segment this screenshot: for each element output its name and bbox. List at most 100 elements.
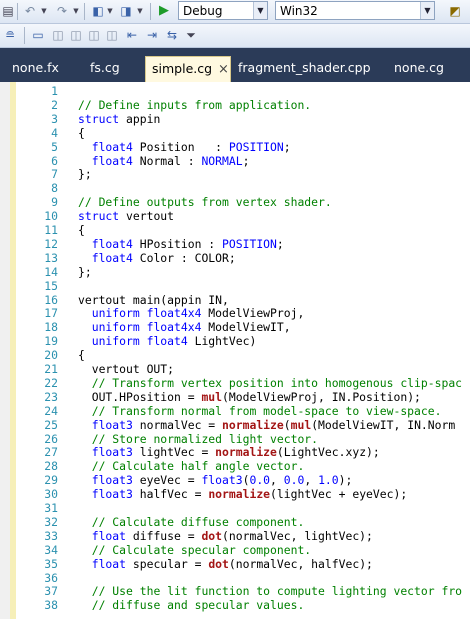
toolbar-overflow-icon[interactable]: ⏷	[184, 27, 198, 43]
navigate-dropdown-icon[interactable]: ▼	[106, 3, 114, 19]
code-line[interactable]: 28 // Calculate half angle vector.	[0, 459, 470, 473]
code-line[interactable]: 9 // Define outputs from vertex shader.	[0, 195, 470, 209]
solution-configuration-combo[interactable]: Debug ▼	[178, 1, 268, 20]
code-line[interactable]: 26 // Store normalized light vector.	[0, 432, 470, 446]
tab-none-fx[interactable]: none.fx	[12, 56, 59, 82]
code-line[interactable]: 34 // Calculate specular component.	[0, 543, 470, 557]
code-line[interactable]: 27 float3 lightVec = normalize(LightVec.…	[0, 445, 470, 459]
code-line[interactable]: 14};	[0, 265, 470, 279]
code-line[interactable]: 36	[0, 571, 470, 585]
code-line[interactable]: 23 OUT.HPosition = mul(ModelViewProj, IN…	[0, 390, 470, 404]
code-line[interactable]: 10 struct vertout	[0, 209, 470, 223]
code-line[interactable]: 11 {	[0, 223, 470, 237]
code-line[interactable]: 32 // Calculate diffuse component.	[0, 515, 470, 529]
code-line[interactable]: 13 float4 Color : COLOR;	[0, 251, 470, 265]
bookmark-icon[interactable]: ◫	[50, 27, 66, 43]
navigate-forward-icon[interactable]: ◨	[118, 3, 134, 19]
line-number: 32	[44, 514, 58, 529]
comment-box-icon[interactable]: ▭	[30, 27, 46, 43]
display-object-member-list-icon[interactable]: ≘	[2, 27, 18, 43]
code-editor[interactable]: 1 2 // Define inputs from application. 3 str…	[0, 82, 470, 619]
code-line[interactable]: 35 float specular = dot(normalVec, halfV…	[0, 557, 470, 571]
tab-fragment-shader-cpp[interactable]: fragment_shader.cpp	[238, 56, 371, 82]
code-line[interactable]: 7};	[0, 167, 470, 181]
navigate-backward-icon[interactable]: ◧	[90, 3, 106, 19]
code-token: POSITION	[222, 236, 277, 251]
line-number: 17	[44, 306, 58, 321]
code-text: float3 normalVec = normalize(mul(ModelVi…	[78, 418, 456, 432]
code-line[interactable]: 17 uniform float4x4 ModelViewProj,	[0, 306, 470, 320]
code-line[interactable]: 1	[0, 84, 470, 98]
code-line[interactable]: 2 // Define inputs from application.	[0, 98, 470, 112]
tab-fs-cg[interactable]: fs.cg	[90, 56, 120, 82]
previous-bookmark-icon[interactable]: ◫	[68, 27, 84, 43]
chevron-down-icon[interactable]: ▼	[253, 2, 267, 19]
redo-dropdown-icon[interactable]: ▼	[72, 3, 80, 19]
code-line[interactable]: 4{	[0, 126, 470, 140]
toolbar-item-icon[interactable]: ▤	[2, 3, 14, 19]
close-icon[interactable]: ×	[218, 62, 229, 77]
code-line[interactable]: 25 float3 normalVec = normalize(mul(Mode…	[0, 418, 470, 432]
code-line[interactable]: 19 uniform float4 LightVec)	[0, 334, 470, 348]
code-token: OUT.HPosition =	[78, 389, 202, 404]
code-line[interactable]: 29 float3 eyeVec = float3(0.0, 0.0, 1.0)…	[0, 473, 470, 487]
tab-none-cg[interactable]: none.cg	[394, 56, 444, 82]
code-token: uniform float4x4	[91, 320, 202, 335]
code-token: (lightVec + eyeVec);	[270, 487, 408, 502]
tab-simple-cg[interactable]: simple.cg ×	[145, 56, 231, 82]
code-token: // Calculate half angle vector.	[91, 459, 305, 474]
code-line[interactable]: 20 {	[0, 348, 470, 362]
code-line[interactable]: 37 // Use the lit function to compute li…	[0, 584, 470, 598]
code-token: float	[91, 556, 127, 571]
solution-configuration-value: Debug	[183, 4, 223, 18]
line-number: 16	[44, 292, 58, 307]
code-line[interactable]: 24 // Transform normal from model-space …	[0, 404, 470, 418]
line-number: 5	[51, 139, 58, 154]
code-text: float4 Normal : NORMAL;	[78, 154, 250, 168]
code-line[interactable]: 16 vertout main(appin IN,	[0, 293, 470, 307]
code-line[interactable]: 8	[0, 181, 470, 195]
line-number: 18	[44, 320, 58, 335]
next-bookmark-icon[interactable]: ◫	[86, 27, 102, 43]
code-line[interactable]: 31	[0, 501, 470, 515]
navigate-dropdown-icon[interactable]: ▼	[136, 3, 144, 19]
code-token: // Store normalized light vector.	[91, 431, 319, 446]
code-text: // Transform vertex position into homoge…	[78, 376, 462, 390]
redo-icon[interactable]: ↷	[54, 3, 70, 19]
increase-indent-icon[interactable]: ⇥	[144, 27, 160, 43]
code-line[interactable]: 38 // diffuse and specular values.	[0, 598, 470, 612]
undo-icon[interactable]: ↶	[22, 3, 38, 19]
code-line[interactable]: 6 float4 Normal : NORMAL;	[0, 154, 470, 168]
code-line[interactable]: 5 float4 Position : POSITION;	[0, 140, 470, 154]
line-number: 33	[44, 528, 58, 543]
code-token: ;	[276, 236, 284, 251]
decrease-indent-icon[interactable]: ⇤	[124, 27, 140, 43]
code-line[interactable]: 18 uniform float4x4 ModelViewIT,	[0, 320, 470, 334]
code-token: vertout	[119, 209, 175, 224]
code-token: struct	[78, 209, 120, 224]
code-line[interactable]: 21 vertout OUT;	[0, 362, 470, 376]
code-line[interactable]: 12 float4 HPosition : POSITION;	[0, 237, 470, 251]
code-line[interactable]: 15	[0, 279, 470, 293]
start-debugging-icon[interactable]: ▶	[156, 3, 172, 19]
code-text: float diffuse = dot(normalVec, lightVec)…	[78, 529, 373, 543]
line-number: 1	[51, 84, 58, 98]
chevron-down-icon[interactable]: ▼	[420, 2, 434, 19]
find-in-files-icon[interactable]: ◩	[446, 3, 464, 19]
uncomment-lines-icon[interactable]: ⇆	[164, 27, 180, 43]
code-token: struct	[78, 111, 120, 126]
code-line[interactable]: 33 float diffuse = dot(normalVec, lightV…	[0, 529, 470, 543]
code-line[interactable]: 22 // Transform vertex position into hom…	[0, 376, 470, 390]
code-token: float4	[91, 250, 133, 265]
undo-dropdown-icon[interactable]: ▼	[40, 3, 48, 19]
code-line[interactable]: 3 struct appin	[0, 112, 470, 126]
line-number: 13	[44, 250, 58, 265]
code-line[interactable]: 30 float3 halfVec = normalize(lightVec +…	[0, 487, 470, 501]
solution-platform-combo[interactable]: Win32 ▼	[275, 1, 435, 20]
clear-bookmarks-icon[interactable]: ◫	[104, 27, 120, 43]
